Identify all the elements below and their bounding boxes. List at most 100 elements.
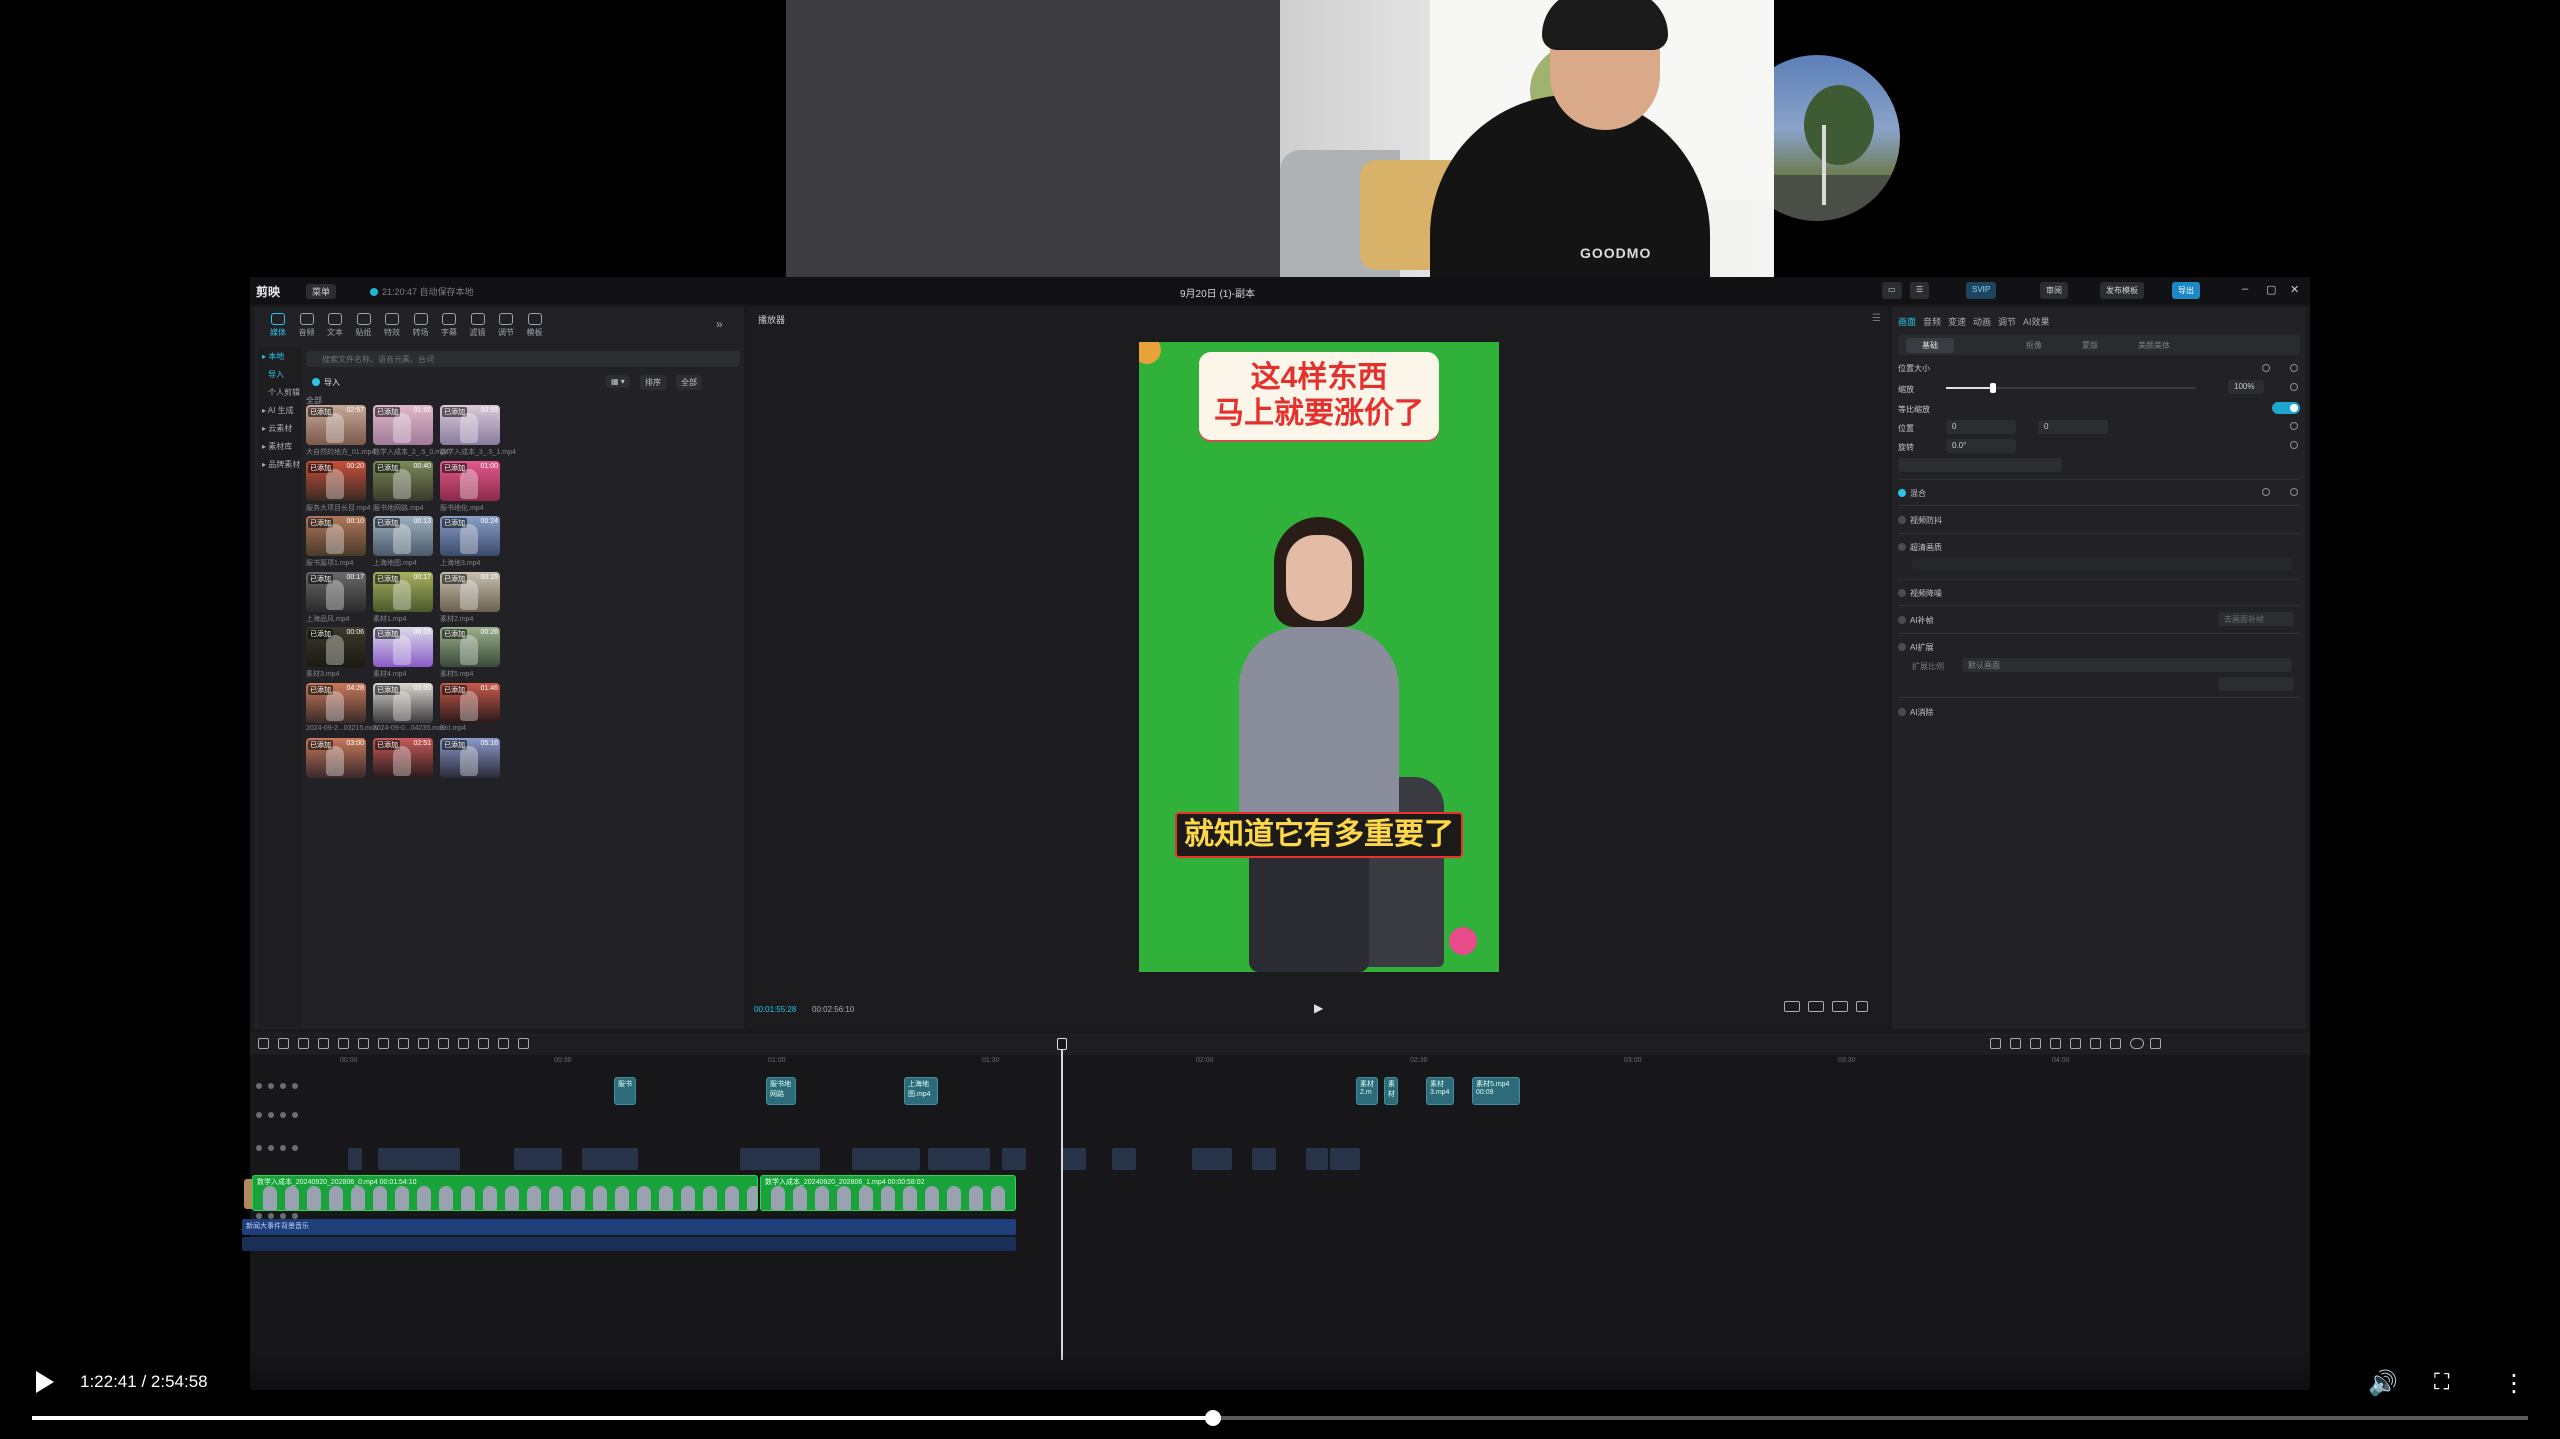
inspector-tab-5[interactable]: 调节 [1998,315,2016,328]
bg-music-clip[interactable]: 新闻大事件背景音乐 [242,1219,1016,1235]
scale-slider-handle[interactable] [1990,383,1996,393]
super-res-dropdown[interactable] [1912,558,2292,570]
filter-button[interactable]: 全部 [676,375,702,390]
audio-icon[interactable] [280,1112,286,1118]
audio-clip[interactable] [1306,1148,1328,1170]
inspector-subtab-3[interactable]: 蒙版 [2082,340,2098,351]
expand-generate-button[interactable] [2218,677,2294,691]
eye-icon[interactable] [268,1083,274,1089]
mirror-icon[interactable] [458,1038,469,1049]
media-thumbnail[interactable]: 已添加 00:13 [373,516,433,556]
tool-tab-10[interactable]: 模板 [515,313,555,338]
inspector-tab-3[interactable]: 变速 [1948,315,1966,328]
preview-icon[interactable] [2090,1038,2101,1049]
reset-icon[interactable] [2262,364,2270,372]
media-thumbnail[interactable]: 已添加 05:16 [440,738,500,778]
blend-reset-icon[interactable] [2262,488,2270,496]
main-video-clip-1[interactable]: 数学入成本_20240920_202806_0.mp4 00:01:54:10 [252,1175,758,1211]
media-thumbnail[interactable]: 已添加 00:24 [440,516,500,556]
audio-clip[interactable] [514,1148,562,1170]
blend-checkbox[interactable]: 混合 [1898,488,1926,499]
overlay-clip[interactable]: 素材 [1384,1077,1398,1105]
minimize-icon[interactable]: – [2242,283,2248,295]
ai-clean-checkbox[interactable]: AI消除 [1898,707,1934,718]
view-toggle-icon[interactable]: ▦ ▾ [606,375,630,388]
audio-clip[interactable] [1330,1148,1360,1170]
subtitle-icon[interactable] [518,1038,529,1049]
media-thumbnail[interactable]: 已添加 00:17 [306,571,366,612]
split-icon[interactable] [318,1038,329,1049]
frame-fill-button[interactable]: 去画面补帧 [2218,612,2294,626]
rotate-icon[interactable] [478,1038,489,1049]
align-buttons[interactable] [1898,458,2062,472]
scale-slider[interactable] [1946,383,2196,393]
layout-icon[interactable]: ▭ [1882,282,1902,299]
scale-input[interactable]: 100% [2228,380,2264,394]
audio-clip[interactable] [1112,1148,1136,1170]
media-thumbnail[interactable]: 已添加 04:28 [306,682,366,723]
blend-keyframe-icon[interactable] [2290,488,2298,496]
layout-switch-icon[interactable]: ☰ [1910,282,1930,299]
media-search-input[interactable]: 搜索文件名称、语音元素、台词 [306,351,740,367]
audio-clip[interactable] [928,1148,990,1170]
position-y-input[interactable]: 0 [2038,420,2108,434]
more-icon[interactable] [292,1083,298,1089]
inspector-tab-2[interactable]: 音频 [1923,315,1941,328]
media-thumbnail[interactable]: 已添加 01:00 [440,460,500,501]
lock-icon[interactable] [256,1083,262,1089]
subnav-item[interactable]: 个人剪辑 [268,387,300,398]
audio-clip[interactable] [1192,1148,1232,1170]
media-thumbnail[interactable]: 已添加 00:15 [440,571,500,612]
more-icon[interactable] [292,1112,298,1118]
expand-ratio-select[interactable]: 默认画面 [1962,658,2292,672]
audio-clip[interactable] [740,1148,820,1170]
audio-clip[interactable] [582,1148,638,1170]
media-thumbnail[interactable]: 已添加 00:20 [306,460,366,501]
subnav-item[interactable]: ▸ 云素材 [262,423,292,434]
lock-icon[interactable] [256,1112,262,1118]
scale-keyframe-icon[interactable] [2290,383,2298,391]
zoom-slider[interactable] [2130,1038,2144,1049]
crop-icon[interactable] [498,1038,509,1049]
media-thumbnail[interactable]: 已添加 00:40 [373,460,433,501]
vip-badge[interactable]: SVIP [1966,282,1997,299]
audio-icon[interactable] [280,1083,286,1089]
uniform-scale-toggle[interactable] [2272,402,2300,414]
fullscreen-icon[interactable] [1856,1001,1868,1012]
media-thumbnail[interactable]: 已添加 03:00 [306,738,366,778]
ai-expand-checkbox[interactable]: AI扩展 [1898,642,1934,653]
ai-frame-checkbox[interactable]: AI补帧 [1898,615,1934,626]
reverse-icon[interactable] [438,1038,449,1049]
player-play-button[interactable]: ▶ [1314,1001,1323,1015]
undo-icon[interactable] [278,1038,289,1049]
subnav-item[interactable]: 导入 [268,369,284,380]
snap-icon[interactable] [2030,1038,2041,1049]
playhead-handle[interactable] [1057,1038,1067,1050]
main-video-clip-2[interactable]: 数学入成本_20240920_202806_1.mp4 00:00:58:02 [760,1175,1016,1211]
zoom-out-icon[interactable] [2110,1038,2121,1049]
more-tools-icon[interactable]: » [716,317,723,331]
link-icon[interactable] [2010,1038,2021,1049]
mark-icon[interactable] [398,1038,409,1049]
publish-template-button[interactable]: 发布模板 [2100,282,2144,299]
menu-button[interactable]: 菜单 [306,284,337,299]
rotate-keyframe-icon[interactable] [2290,441,2298,449]
media-thumbnail[interactable]: 已添加 00:10 [306,516,366,556]
mic-icon[interactable] [1990,1038,2001,1049]
play-icon[interactable] [36,1371,54,1393]
more-options-icon[interactable]: ⋮ [2502,1369,2526,1398]
keyframe-icon[interactable] [2290,364,2298,372]
rotate-input[interactable]: 0.0° [1946,439,2016,453]
overlay-clip[interactable]: 素材2.m [1356,1077,1378,1105]
audio-clip[interactable] [348,1148,362,1170]
zoom-in-icon[interactable] [2150,1038,2161,1049]
keyboard-icon[interactable] [1832,1001,1848,1012]
export-button[interactable]: 导出 [2172,282,2200,299]
inspector-subtab-2[interactable]: 抠像 [2026,340,2042,351]
timeline-playhead[interactable] [1061,1045,1063,1360]
import-button[interactable]: 导入 [306,375,346,389]
super-resolution-checkbox[interactable]: 超清画质 [1898,542,1942,553]
audio-clip[interactable] [378,1148,460,1170]
media-thumbnail[interactable]: 已添加 03:00 [373,682,433,723]
media-thumbnail[interactable]: 已添加 00:26 [440,627,500,667]
